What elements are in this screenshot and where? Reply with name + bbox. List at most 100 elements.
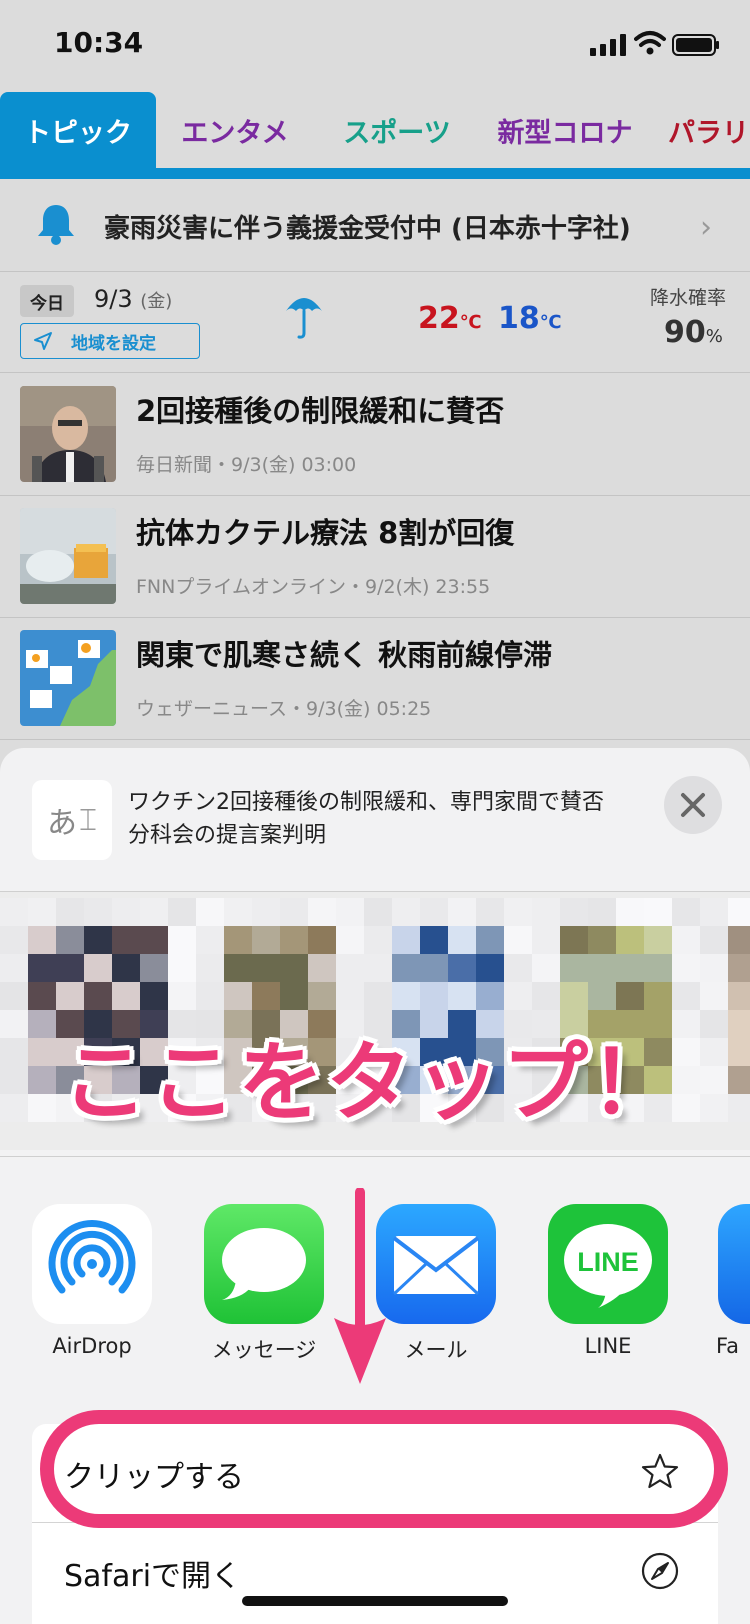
annotation-arrow <box>334 1188 386 1384</box>
mosaic-cell <box>560 926 588 954</box>
mosaic-cell <box>420 926 448 954</box>
news-thumbnail <box>20 386 116 482</box>
mosaic-cell <box>700 982 728 1010</box>
mosaic-cell <box>308 926 336 954</box>
preview-thumbnail: あ ⌶ <box>32 780 112 860</box>
mosaic-cell <box>168 926 196 954</box>
low-temp-unit: ℃ <box>539 312 562 333</box>
weekday: (金) <box>140 291 173 312</box>
mosaic-cell <box>616 898 644 926</box>
news-item[interactable]: 2回接種後の制限緩和に賛否 毎日新聞・9/3(金) 03:00 <box>0 374 750 496</box>
mail-icon <box>376 1204 496 1324</box>
mosaic-cell <box>0 1066 28 1094</box>
mosaic-cell <box>560 982 588 1010</box>
mosaic-cell <box>280 926 308 954</box>
mosaic-cell <box>392 982 420 1010</box>
news-headline: 関東で肌寒さ続く 秋雨前線停滞 <box>136 638 553 672</box>
line-icon-text: LINE <box>577 1247 639 1277</box>
location-arrow-icon <box>34 332 52 350</box>
mosaic-cell <box>56 954 84 982</box>
date-value: 9/3 <box>94 285 133 313</box>
mosaic-cell <box>700 926 728 954</box>
mosaic-cell <box>644 898 672 926</box>
mosaic-cell <box>224 898 252 926</box>
messages-icon <box>204 1204 324 1324</box>
mosaic-cell <box>476 898 504 926</box>
donation-banner[interactable]: 豪雨災害に伴う義援金受付中 (日本赤十字社) › <box>0 180 750 272</box>
mosaic-cell <box>504 982 532 1010</box>
set-area-button[interactable]: 地域を設定 <box>20 323 200 359</box>
mosaic-cell <box>728 954 750 982</box>
close-button[interactable] <box>664 776 722 834</box>
mosaic-cell <box>0 898 28 926</box>
mosaic-cell <box>84 898 112 926</box>
mosaic-cell <box>28 1010 56 1038</box>
mosaic-cell <box>448 954 476 982</box>
mosaic-cell <box>140 982 168 1010</box>
bell-icon <box>38 205 74 245</box>
today-badge: 今日 <box>20 285 74 317</box>
mosaic-cell <box>644 954 672 982</box>
mosaic-cell <box>28 954 56 982</box>
mosaic-cell <box>364 898 392 926</box>
mosaic-cell <box>84 982 112 1010</box>
rain-chance: 90% <box>664 315 723 350</box>
mosaic-cell <box>476 926 504 954</box>
mosaic-cell <box>448 898 476 926</box>
mosaic-cell <box>280 898 308 926</box>
mosaic-cell <box>728 1066 750 1094</box>
mosaic-cell <box>588 926 616 954</box>
mosaic-cell <box>28 926 56 954</box>
mosaic-cell <box>28 1094 56 1122</box>
mosaic-cell <box>616 982 644 1010</box>
mosaic-cell <box>84 954 112 982</box>
mosaic-cell <box>644 926 672 954</box>
mosaic-cell <box>0 1094 28 1122</box>
mosaic-cell <box>28 1066 56 1094</box>
status-time: 10:34 <box>54 26 144 59</box>
mosaic-cell <box>672 954 700 982</box>
mosaic-cell <box>0 982 28 1010</box>
high-temp: 22℃ <box>418 301 482 336</box>
tab-paralympics[interactable]: パラリ <box>668 92 750 168</box>
mosaic-cell <box>56 898 84 926</box>
text-cursor-icon: ⌶ <box>79 802 97 838</box>
contact-suggestions-pixelated[interactable]: ここをタップ！ <box>0 892 750 1150</box>
mosaic-cell <box>0 1038 28 1066</box>
mosaic-cell <box>112 926 140 954</box>
tab-covid[interactable]: 新型コロナ <box>490 92 640 168</box>
mosaic-cell <box>252 954 280 982</box>
news-item[interactable]: 関東で肌寒さ続く 秋雨前線停滞 ウェザーニュース・9/3(金) 05:25 <box>0 618 750 740</box>
mosaic-cell <box>140 898 168 926</box>
mosaic-cell <box>504 898 532 926</box>
rain-chance-unit: % <box>705 326 723 347</box>
tab-sports[interactable]: スポーツ <box>322 92 472 168</box>
news-item[interactable]: 抗体カクテル療法 8割が回復 FNNプライムオンライン・9/2(木) 23:55 <box>0 496 750 618</box>
divider <box>0 1156 750 1157</box>
category-tabs: トピック エンタメ スポーツ 新型コロナ パラリ <box>0 92 750 168</box>
tab-topics[interactable]: トピック <box>0 92 156 168</box>
mosaic-cell <box>28 898 56 926</box>
low-temp-value: 18 <box>498 301 540 336</box>
mosaic-cell <box>448 926 476 954</box>
mosaic-cell <box>196 954 224 982</box>
rain-chance-label: 降水確率 <box>650 287 727 309</box>
chevron-right-icon: › <box>700 210 712 245</box>
mosaic-cell <box>588 954 616 982</box>
mosaic-cell <box>336 926 364 954</box>
tab-entertainment[interactable]: エンタメ <box>170 92 300 168</box>
tap-here-annotation: ここをタップ！ <box>62 1033 678 1133</box>
preview-icon-text: あ <box>47 806 77 841</box>
mosaic-cell <box>84 926 112 954</box>
highlight-outline <box>40 1410 728 1528</box>
app-label: LINE <box>584 1334 632 1358</box>
mosaic-cell <box>588 898 616 926</box>
mosaic-cell <box>224 926 252 954</box>
action-label: Safariで開く <box>64 1559 242 1594</box>
mosaic-cell <box>504 926 532 954</box>
mosaic-cell <box>448 982 476 1010</box>
open-in-safari-action[interactable]: Safariで開く <box>32 1523 718 1621</box>
mosaic-cell <box>280 982 308 1010</box>
mosaic-cell <box>28 982 56 1010</box>
mosaic-cell <box>112 982 140 1010</box>
